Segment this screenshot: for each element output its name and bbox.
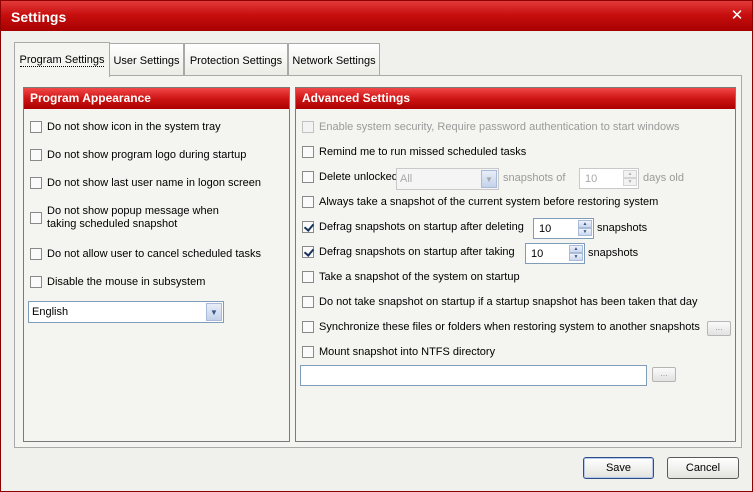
tab-user-settings[interactable]: User Settings <box>109 43 184 75</box>
option-mount-ntfs[interactable]: Mount snapshot into NTFS directory <box>302 346 495 358</box>
chevron-down-icon[interactable]: ▼ <box>481 170 497 188</box>
option-label: Defrag snapshots on startup after taking <box>319 246 515 258</box>
option-label: Take a snapshot of the system on startup <box>319 271 520 283</box>
close-icon[interactable]: ✕ <box>728 7 746 25</box>
mount-path-field[interactable] <box>300 365 647 386</box>
checkbox[interactable] <box>302 221 314 233</box>
language-value: English <box>32 306 69 318</box>
tab-label: Protection Settings <box>189 55 283 67</box>
option-label: Do not show icon in the system tray <box>47 121 221 133</box>
option-label: Enable system security, Require password… <box>319 121 680 133</box>
group-header: Advanced Settings <box>296 88 735 109</box>
spin-up-icon[interactable]: ▲ <box>578 220 592 228</box>
title-bar: Settings ✕ <box>1 1 752 31</box>
mount-browse-button[interactable]: ... <box>652 367 676 382</box>
select-value: All <box>400 173 413 185</box>
tab-label: User Settings <box>113 55 180 67</box>
tab-program-settings[interactable]: Program Settings <box>14 42 110 77</box>
tab-protection-settings[interactable]: Protection Settings <box>184 43 288 75</box>
days-old-label: days old <box>643 172 684 184</box>
checkbox[interactable] <box>302 271 314 283</box>
defrag-taking-stepper[interactable]: 10 ▲ ▼ <box>525 243 585 264</box>
option-hide-popup[interactable]: Do not show popup message when taking sc… <box>30 205 219 231</box>
tab-network-settings[interactable]: Network Settings <box>288 43 380 75</box>
option-label: Defrag snapshots on startup after deleti… <box>319 221 524 233</box>
stepper-value: 10 <box>585 173 598 185</box>
checkbox[interactable] <box>30 248 42 260</box>
spin-down-icon[interactable]: ▼ <box>623 178 637 186</box>
program-appearance-group: Program Appearance Do not show icon in t… <box>23 87 290 442</box>
checkbox[interactable] <box>30 177 42 189</box>
checkbox[interactable] <box>302 321 314 333</box>
option-always-snapshot[interactable]: Always take a snapshot of the current sy… <box>302 196 658 208</box>
option-disallow-cancel[interactable]: Do not allow user to cancel scheduled ta… <box>30 248 261 260</box>
settings-window: Settings ✕ Program Settings User Setting… <box>0 0 753 492</box>
spin-down-icon[interactable]: ▼ <box>578 228 592 236</box>
checkbox[interactable] <box>302 196 314 208</box>
synchronize-browse-button[interactable]: ... <box>707 321 731 336</box>
stepper-value: 10 <box>531 248 544 260</box>
option-label: Do not show program logo during startup <box>47 149 247 161</box>
option-label: Do not take snapshot on startup if a sta… <box>319 296 698 308</box>
option-label: Disable the mouse in subsystem <box>47 276 206 288</box>
spin-up-icon[interactable]: ▲ <box>569 245 583 253</box>
option-label: Remind me to run missed scheduled tasks <box>319 146 527 158</box>
tab-label: Program Settings <box>19 54 105 67</box>
language-select[interactable]: English ▼ <box>28 301 224 323</box>
checkbox[interactable] <box>302 296 314 308</box>
option-no-snapshot-today[interactable]: Do not take snapshot on startup if a sta… <box>302 296 698 308</box>
checkbox[interactable] <box>302 171 314 183</box>
spin-down-icon[interactable]: ▼ <box>569 253 583 261</box>
checkbox[interactable] <box>30 276 42 288</box>
cancel-button[interactable]: Cancel <box>667 457 739 479</box>
checkbox[interactable] <box>302 121 314 133</box>
defrag-deleting-stepper[interactable]: 10 ▲ ▼ <box>533 218 594 239</box>
option-label: Mount snapshot into NTFS directory <box>319 346 496 358</box>
option-hide-last-user[interactable]: Do not show last user name in logon scre… <box>30 177 261 189</box>
option-label: Do not show last user name in logon scre… <box>47 177 262 189</box>
option-enable-security[interactable]: Enable system security, Require password… <box>302 121 680 133</box>
checkbox[interactable] <box>30 212 42 224</box>
checkbox[interactable] <box>302 346 314 358</box>
option-snapshot-startup[interactable]: Take a snapshot of the system on startup <box>302 271 520 283</box>
option-synchronize[interactable]: Synchronize these files or folders when … <box>302 321 700 333</box>
window-title: Settings <box>11 9 67 25</box>
snapshots-label: snapshots <box>597 222 648 234</box>
spin-up-icon[interactable]: ▲ <box>623 170 637 178</box>
option-label: Do not allow user to cancel scheduled ta… <box>47 248 262 260</box>
advanced-settings-group: Advanced Settings Enable system security… <box>295 87 736 442</box>
option-label: Delete unlocked <box>319 171 398 183</box>
stepper-value: 10 <box>539 223 552 235</box>
chevron-down-icon[interactable]: ▼ <box>206 303 222 321</box>
checkbox[interactable] <box>30 121 42 133</box>
option-label: Always take a snapshot of the current sy… <box>319 196 659 208</box>
group-header: Program Appearance <box>24 88 289 109</box>
snapshots-label: snapshots <box>588 247 639 259</box>
program-settings-panel: Program Appearance Do not show icon in t… <box>14 75 742 448</box>
delete-unlocked-select[interactable]: All ▼ <box>396 168 499 190</box>
days-old-stepper[interactable]: 10 ▲ ▼ <box>579 168 639 189</box>
option-defrag-taking[interactable]: Defrag snapshots on startup after taking <box>302 246 515 258</box>
option-disable-mouse[interactable]: Disable the mouse in subsystem <box>30 276 205 288</box>
option-defrag-deleting[interactable]: Defrag snapshots on startup after deleti… <box>302 221 524 233</box>
tab-label: Network Settings <box>292 55 376 67</box>
checkbox[interactable] <box>302 246 314 258</box>
snapshots-of-label: snapshots of <box>503 172 566 184</box>
option-delete-unlocked[interactable]: Delete unlocked <box>302 171 398 183</box>
checkbox[interactable] <box>302 146 314 158</box>
option-label: Do not show popup message when taking sc… <box>47 205 219 230</box>
option-remind-missed[interactable]: Remind me to run missed scheduled tasks <box>302 146 526 158</box>
option-hide-logo[interactable]: Do not show program logo during startup <box>30 149 246 161</box>
save-button[interactable]: Save <box>583 457 654 479</box>
option-hide-tray-icon[interactable]: Do not show icon in the system tray <box>30 121 221 133</box>
option-label: Synchronize these files or folders when … <box>319 321 700 333</box>
checkbox[interactable] <box>30 149 42 161</box>
